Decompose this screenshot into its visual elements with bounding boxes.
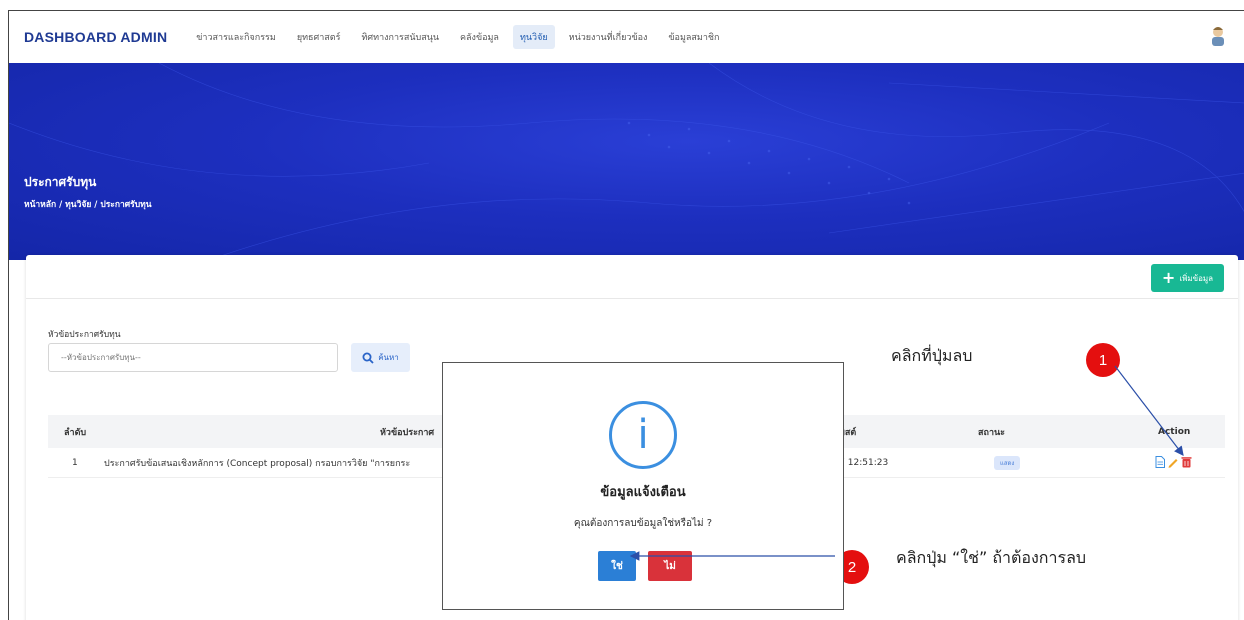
row-index: 1 xyxy=(72,457,78,468)
search-icon xyxy=(362,352,374,364)
nav-item-data-repository[interactable]: คลังข้อมูล xyxy=(453,25,506,49)
nav-item-news[interactable]: ข่าวสารและกิจกรรม xyxy=(189,25,283,49)
plus-icon: + xyxy=(1161,268,1176,287)
add-data-label: เพิ่มข้อมูล xyxy=(1179,273,1214,283)
nav-item-research-funding[interactable]: ทุนวิจัย xyxy=(512,25,555,49)
confirm-no-button[interactable]: ไม่ xyxy=(648,551,692,581)
dialog-title: ข้อมูลแจ้งเตือน xyxy=(600,485,686,500)
column-header-index: ลำดับ xyxy=(64,427,87,438)
top-navbar: DASHBOARD ADMIN ข่าวสารและกิจกรรม ยุทธศา… xyxy=(9,11,1244,63)
column-header-status: สถานะ xyxy=(978,427,1005,438)
search-button-label: ค้นหา xyxy=(378,353,399,362)
status-badge: แสดง xyxy=(994,455,1021,470)
brand-logo[interactable]: DASHBOARD ADMIN xyxy=(24,29,167,45)
breadcrumb[interactable]: หน้าหลัก / ทุนวิจัย / ประกาศรับทุน xyxy=(24,197,152,211)
nav-item-member-data[interactable]: ข้อมูลสมาชิก xyxy=(661,25,726,49)
row-title: ประกาศรับข้อเสนอเชิงหลักการ (Concept pro… xyxy=(104,458,411,469)
card-divider xyxy=(26,298,1238,299)
page-title: ประกาศรับทุน xyxy=(24,175,97,189)
info-icon: i xyxy=(609,401,677,469)
edit-pencil-icon[interactable] xyxy=(1167,456,1179,468)
confirm-delete-dialog: i ข้อมูลแจ้งเตือน คุณต้องการลบข้อมูลใช่ห… xyxy=(442,362,844,610)
delete-trash-icon[interactable] xyxy=(1181,456,1192,468)
confirm-yes-button[interactable]: ใช่ xyxy=(598,551,636,581)
step1-marker: 1 xyxy=(1086,343,1120,377)
main-nav: ข่าวสารและกิจกรรม ยุทธศาสตร์ ทิศทางการสน… xyxy=(189,25,733,49)
nav-item-support-direction[interactable]: ทิศทางการสนับสนุน xyxy=(354,25,446,49)
add-data-button[interactable]: + เพิ่มข้อมูล xyxy=(1151,264,1224,292)
page-frame: DASHBOARD ADMIN ข่าวสารและกิจกรรม ยุทธศา… xyxy=(8,10,1244,620)
page-header-banner: ประกาศรับทุน หน้าหลัก / ทุนวิจัย / ประกา… xyxy=(9,63,1244,260)
user-avatar-icon[interactable] xyxy=(1209,25,1227,47)
step1-instruction: คลิกที่ปุ่มลบ xyxy=(891,346,973,365)
search-button[interactable]: ค้นหา xyxy=(351,343,410,372)
dialog-message: คุณต้องการลบข้อมูลใช่หรือไม่ ? xyxy=(573,518,713,529)
column-header-title: หัวข้อประกาศ xyxy=(380,427,435,438)
search-input[interactable] xyxy=(48,343,338,372)
step2-instruction: คลิกปุ่ม “ใช่” ถ้าต้องการลบ xyxy=(896,548,1087,567)
nav-item-strategy[interactable]: ยุทธศาสตร์ xyxy=(290,25,348,49)
nav-item-related-agencies[interactable]: หน่วยงานที่เกี่ยวข้อง xyxy=(562,25,655,49)
search-field-label: หัวข้อประกาศรับทุน xyxy=(48,330,121,340)
column-header-action: Action xyxy=(1158,426,1191,437)
view-document-icon[interactable] xyxy=(1155,456,1165,468)
